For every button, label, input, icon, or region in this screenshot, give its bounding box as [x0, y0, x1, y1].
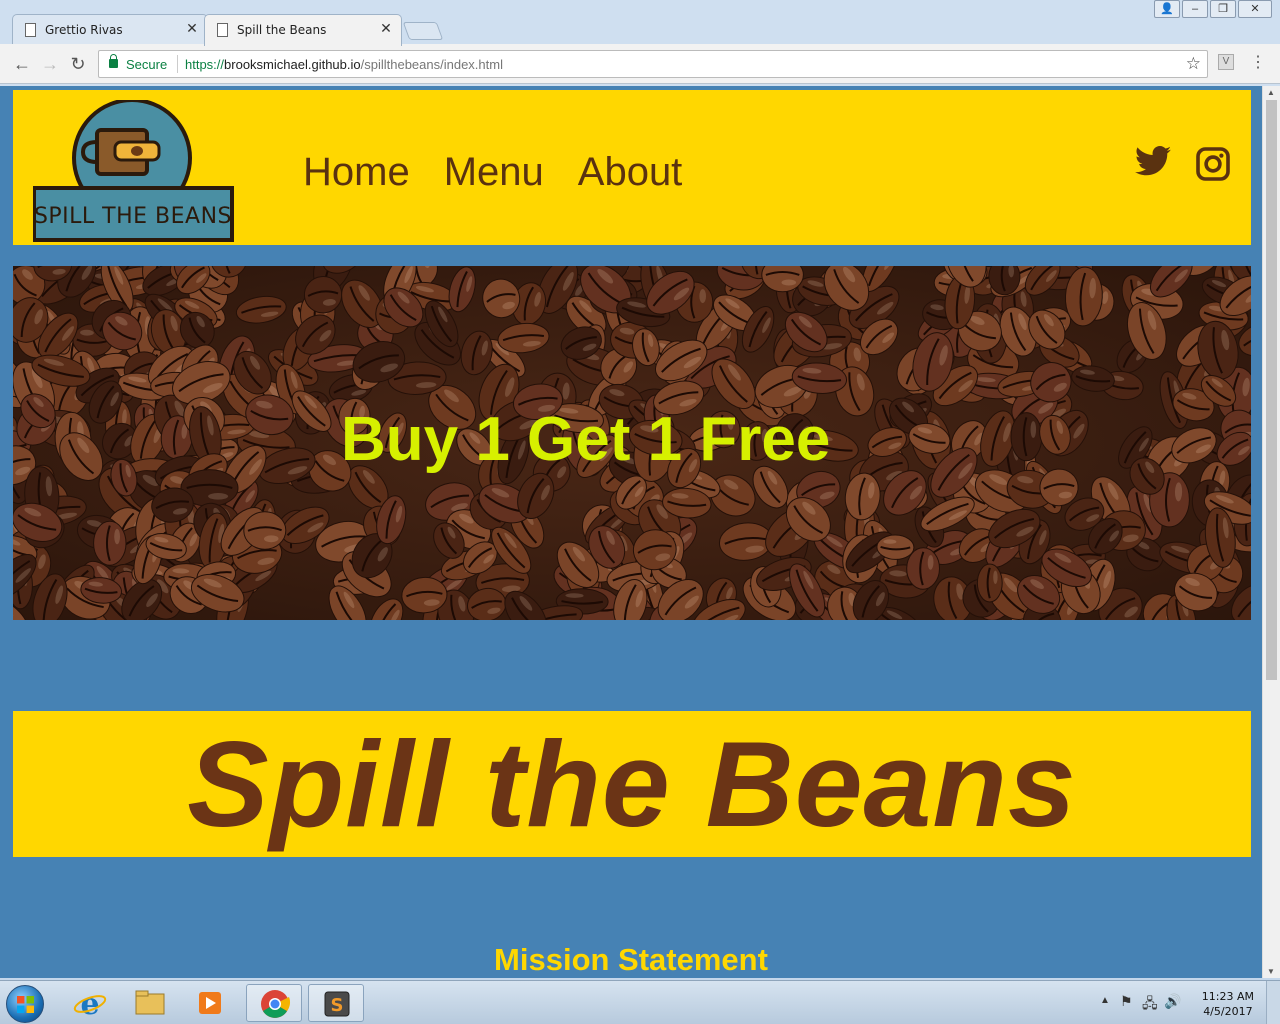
address-bar[interactable]: Secure https://brooksmichael.github.io/s… [98, 50, 1208, 78]
site-title: Spill the Beans [187, 716, 1077, 852]
divider [177, 55, 178, 73]
new-tab-button[interactable] [402, 22, 444, 40]
page-icon [217, 23, 228, 37]
file-explorer-icon[interactable] [122, 984, 178, 1022]
reload-icon[interactable]: ↻ [66, 52, 90, 76]
promo-hero: Buy 1 Get 1 Free [13, 266, 1251, 620]
network-icon[interactable]: 🖧 [1142, 993, 1158, 1017]
tab-title: Spill the Beans [237, 23, 327, 37]
secure-label: Secure [126, 57, 168, 72]
nav-home-link[interactable]: Home [303, 150, 410, 195]
start-button[interactable] [6, 985, 44, 1023]
logo-text: SPILL THE BEANS [34, 204, 232, 229]
tab-strip: Grettio Rivas ✕ Spill the Beans ✕ 👤 – ❐ … [0, 0, 1280, 46]
lock-icon [109, 54, 118, 68]
window-controls: 👤 – ❐ ✕ [1152, 0, 1272, 18]
scroll-thumb[interactable] [1266, 100, 1277, 680]
show-desktop-button[interactable] [1266, 981, 1280, 1024]
mission-heading: Mission Statement [494, 942, 768, 977]
clock-date: 4/5/2017 [1203, 1005, 1253, 1018]
url-path: /spillthebeans/index.html [360, 57, 503, 72]
page-icon [25, 23, 36, 37]
show-hidden-icons[interactable]: ▲ [1100, 995, 1110, 1006]
clock-time: 11:23 AM [1201, 990, 1254, 1003]
back-icon[interactable]: ← [10, 52, 34, 76]
page-viewport: SPILL THE BEANS Home Menu About Buy 1 Ge… [0, 86, 1262, 978]
nav-about-link[interactable]: About [578, 150, 683, 195]
social-links [1135, 146, 1231, 182]
menu-kebab-icon[interactable]: ⋮ [1250, 52, 1266, 72]
svg-text:S: S [331, 995, 344, 1016]
tab-spill-the-beans[interactable]: Spill the Beans ✕ [204, 14, 402, 46]
vertical-scrollbar[interactable]: ▲ ▼ [1262, 86, 1280, 978]
close-tab-icon[interactable]: ✕ [379, 21, 393, 37]
clock[interactable]: 11:23 AM 4/5/2017 [1202, 989, 1254, 1019]
bookmark-star-icon[interactable]: ☆ [1186, 54, 1201, 74]
browser-chrome: Grettio Rivas ✕ Spill the Beans ✕ 👤 – ❐ … [0, 0, 1280, 86]
url-text: https://brooksmichael.github.io/spillthe… [185, 57, 503, 72]
extension-button[interactable]: V [1218, 54, 1234, 70]
restore-button[interactable]: ❐ [1210, 0, 1236, 18]
browser-toolbar: ← → ↻ Secure https://brooksmichael.githu… [0, 44, 1280, 84]
instagram-icon[interactable] [1195, 146, 1231, 182]
user-profile-icon[interactable]: 👤 [1154, 0, 1180, 18]
site-header: SPILL THE BEANS Home Menu About [13, 90, 1251, 245]
action-center-flag-icon[interactable]: ⚑ [1120, 993, 1133, 1010]
scroll-up-arrow[interactable]: ▲ [1267, 88, 1275, 97]
url-host: brooksmichael.github.io [224, 57, 361, 72]
internet-explorer-icon[interactable]: e [62, 984, 118, 1022]
minimize-button[interactable]: – [1182, 0, 1208, 18]
sublime-text-icon[interactable]: S [308, 984, 364, 1022]
tab-title: Grettio Rivas [45, 23, 123, 37]
tab-grettio-rivas[interactable]: Grettio Rivas ✕ [12, 14, 208, 46]
close-window-button[interactable]: ✕ [1238, 0, 1272, 18]
scroll-down-arrow[interactable]: ▼ [1267, 967, 1275, 976]
url-scheme: https:// [185, 57, 225, 72]
main-nav: Home Menu About [303, 150, 682, 195]
forward-icon[interactable]: → [38, 52, 62, 76]
title-banner: Spill the Beans [13, 711, 1251, 857]
close-tab-icon[interactable]: ✕ [185, 21, 199, 37]
windows-taskbar: e S ▲ ⚑ 🖧 🔊 11:23 AM 4/5/2017 [0, 980, 1280, 1024]
chrome-icon[interactable] [246, 984, 302, 1022]
media-player-icon[interactable] [182, 984, 238, 1022]
system-tray: ▲ ⚑ 🖧 🔊 11:23 AM 4/5/2017 [1090, 981, 1280, 1024]
svg-text:e: e [80, 987, 99, 1022]
twitter-icon[interactable] [1135, 146, 1171, 176]
promo-text: Buy 1 Get 1 Free [341, 405, 831, 474]
volume-icon[interactable]: 🔊 [1164, 993, 1181, 1010]
nav-menu-link[interactable]: Menu [444, 150, 544, 195]
spill-the-beans-logo[interactable]: SPILL THE BEANS [33, 100, 235, 242]
windows-logo-icon [17, 996, 34, 1013]
